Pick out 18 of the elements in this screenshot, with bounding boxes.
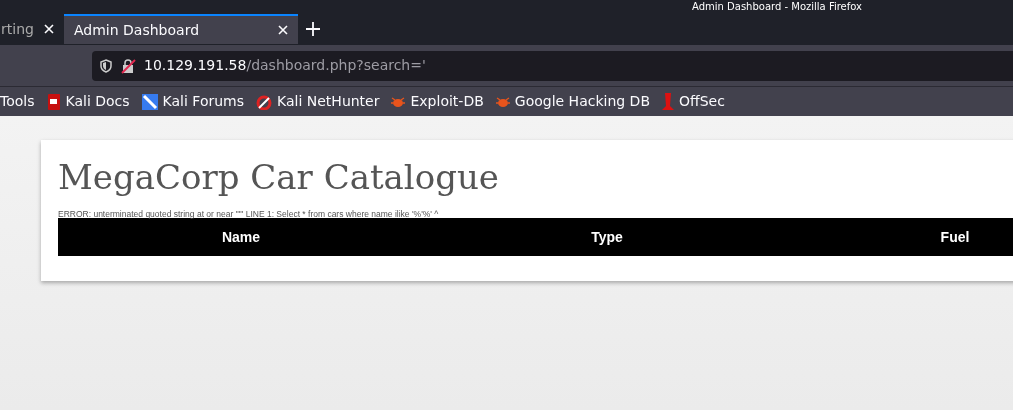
column-header: Name bbox=[58, 218, 424, 257]
bookmark-link[interactable]: Google Hacking DB bbox=[495, 91, 650, 112]
url-host: 10.129.191.58 bbox=[144, 57, 247, 73]
column-header: Fuel bbox=[790, 218, 1013, 257]
column-header: Type bbox=[424, 218, 790, 257]
bookmark-link[interactable]: OffSec bbox=[662, 91, 725, 112]
error-message: ERROR: unterminated quoted string at or near "'" LINE 1: Select * from cars where name ilike '%'%' ^ bbox=[58, 209, 440, 219]
bookmark-link[interactable]: Kali Docs bbox=[46, 91, 130, 112]
window-title: Admin Dashboard - Mozilla Firefox bbox=[692, 1, 862, 13]
page-heading: MegaCorp Car Catalogue bbox=[58, 157, 500, 198]
browser-tab[interactable]: rting bbox=[0, 14, 64, 44]
bookmark-link[interactable]: Exploit-DB bbox=[391, 91, 484, 112]
bookmark-link[interactable]: Kali Forums bbox=[141, 91, 245, 112]
browser-tab[interactable]: Admin Dashboard bbox=[64, 14, 298, 44]
bookmark-link[interactable]: Kali NetHunter bbox=[256, 91, 380, 112]
url-path: /dashboard.php?search=' bbox=[246, 57, 426, 73]
address-bar[interactable]: 10.129.191.58/dashboard.php?search=' bbox=[92, 50, 1013, 81]
bookmark-link[interactable]: Tools bbox=[0, 91, 35, 112]
